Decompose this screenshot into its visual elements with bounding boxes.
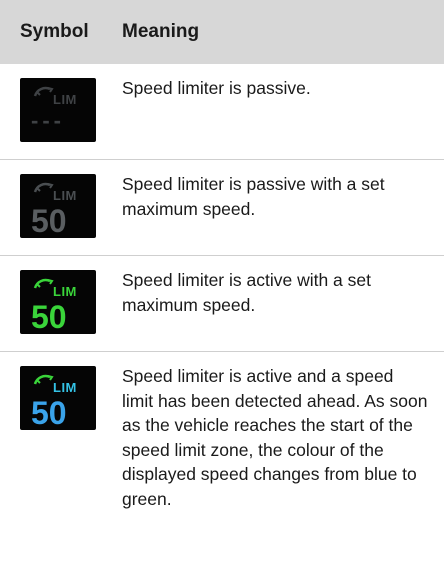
meaning-text: Speed limiter is passive. — [122, 78, 311, 98]
speed-value: 50 — [31, 299, 67, 335]
speed-value: 50 — [31, 395, 67, 431]
header-symbol: Symbol — [20, 21, 89, 42]
table-row: LIM --- Speed limiter is passive. — [0, 64, 444, 160]
table-row: LIM 50 Speed limiter is active with a se… — [0, 256, 444, 352]
speed-limiter-passive-set-icon: LIM 50 — [20, 174, 96, 238]
speed-limiter-active-icon: LIM 50 — [20, 270, 96, 334]
lim-label: LIM — [53, 284, 77, 299]
header-meaning: Meaning — [122, 21, 200, 42]
speed-limiter-passive-icon: LIM --- — [20, 78, 96, 142]
meaning-text: Speed limiter is passive with a set maxi… — [122, 174, 385, 219]
table-row: LIM 50 Speed limiter is passive with a s… — [0, 160, 444, 256]
symbol-table: Symbol Meaning LIM --- Speed limiter is … — [0, 0, 444, 538]
speed-limiter-active-detected-icon: LIM 50 — [20, 366, 96, 430]
speed-value: --- — [31, 108, 65, 133]
table-header: Symbol Meaning — [0, 0, 444, 64]
meaning-text: Speed limiter is active with a set maxim… — [122, 270, 371, 315]
meaning-text: Speed limiter is active and a speed limi… — [122, 366, 428, 509]
lim-label: LIM — [53, 380, 77, 395]
table-row: LIM 50 Speed limiter is active and a spe… — [0, 352, 444, 538]
lim-label: LIM — [53, 188, 77, 203]
speed-value: 50 — [31, 203, 67, 239]
